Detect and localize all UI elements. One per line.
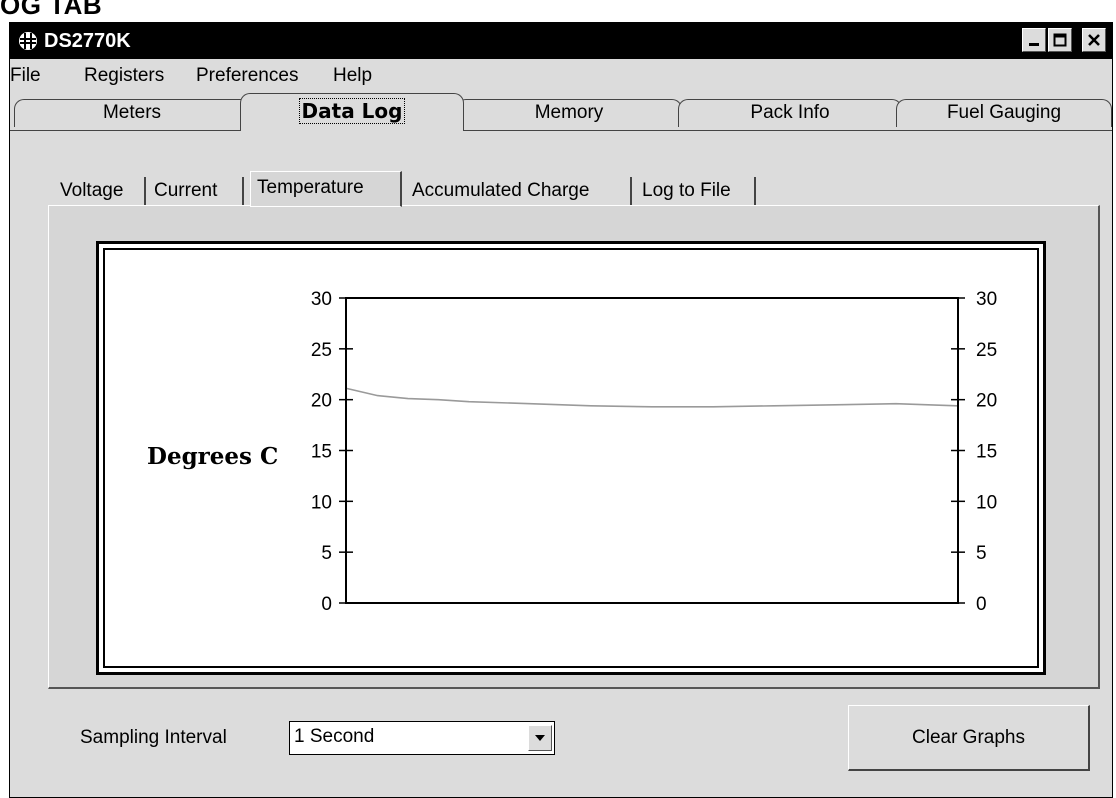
y-tick-label-left: 30: [311, 289, 332, 310]
maximize-icon: [1053, 33, 1067, 47]
subtab-current[interactable]: Current: [148, 177, 244, 205]
tab-data-log-label: Data Log: [298, 98, 406, 124]
y-tick-label-right: 0: [976, 594, 987, 615]
temperature-chart: 0 5 10 15 20 25 30 0 5 10 15 20 25 30 Degrees C: [96, 241, 1046, 675]
window-title: DS2770K: [44, 30, 131, 52]
main-tab-strip: Meters Data Log Memory Pack Info Fuel Ga…: [10, 91, 1112, 131]
y-tick-label-right: 30: [976, 289, 997, 310]
menu-registers[interactable]: Registers: [84, 65, 164, 87]
subtab-log-to-file[interactable]: Log to File: [636, 177, 756, 205]
plot-border: [345, 297, 959, 604]
tab-strip-divider: [10, 130, 1112, 131]
tab-data-log[interactable]: Data Log: [240, 93, 464, 131]
dropdown-button[interactable]: [528, 725, 552, 751]
sampling-interval-label: Sampling Interval: [80, 727, 227, 748]
close-icon: [1088, 34, 1100, 46]
maximize-button[interactable]: [1048, 28, 1072, 52]
chevron-down-icon: [535, 735, 545, 741]
subtab-accumulated-charge[interactable]: Accumulated Charge: [406, 177, 632, 205]
menu-file[interactable]: File: [10, 65, 41, 87]
y-tick-label-left: 0: [321, 594, 332, 615]
minimize-icon: [1029, 43, 1039, 46]
y-tick-label-right: 5: [976, 543, 987, 564]
sampling-interval-value: 1 Second: [294, 726, 375, 747]
title-bar: DS2770K: [10, 23, 1112, 59]
y-tick-label-left: 20: [311, 391, 332, 412]
y-tick-label-left: 25: [311, 340, 332, 361]
menu-help[interactable]: Help: [333, 65, 372, 87]
y-tick-label-left: 5: [321, 543, 332, 564]
subtab-voltage[interactable]: Voltage: [54, 177, 146, 205]
clear-graphs-button[interactable]: Clear Graphs: [848, 705, 1090, 771]
app-icon: [19, 32, 37, 50]
y-tick-label-right: 15: [976, 442, 997, 463]
y-tick-label-right: 20: [976, 391, 997, 412]
menu-bar: File Registers Preferences Help: [10, 61, 1112, 91]
minimize-button[interactable]: [1022, 28, 1046, 52]
menu-preferences[interactable]: Preferences: [196, 65, 298, 87]
tab-pack-info[interactable]: Pack Info: [678, 99, 902, 127]
tab-fuel-gauging[interactable]: Fuel Gauging: [896, 99, 1112, 127]
subtab-temperature[interactable]: Temperature: [250, 171, 402, 207]
page-caption: OG TAB: [0, 0, 103, 20]
app-window: DS2770K File Registers Preferences Help …: [9, 22, 1113, 798]
chart-area: 0 5 10 15 20 25 30 0 5 10 15 20 25 30 Degrees C: [103, 248, 1039, 668]
y-tick-label-right: 10: [976, 492, 997, 513]
close-button[interactable]: [1082, 28, 1106, 52]
chart-y-axis-label: Degrees C: [147, 443, 279, 470]
y-tick-label-right: 25: [976, 340, 997, 361]
tab-memory[interactable]: Memory: [456, 99, 682, 127]
y-tick-label-left: 15: [311, 442, 332, 463]
y-tick-label-left: 10: [311, 492, 332, 513]
tab-meters[interactable]: Meters: [14, 99, 250, 127]
temperature-series-line: [346, 387, 958, 408]
sampling-interval-select[interactable]: 1 Second: [289, 721, 555, 755]
